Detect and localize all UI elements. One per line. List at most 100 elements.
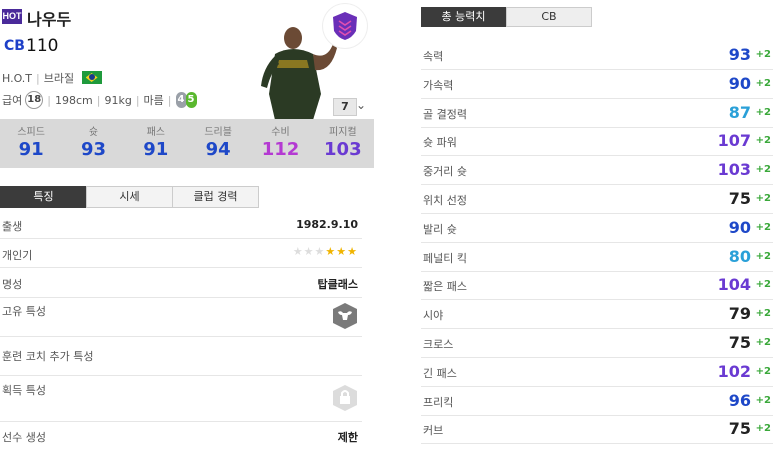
- attribute-value: 75: [728, 333, 751, 352]
- attribute-row: 커브 75 +2: [421, 415, 773, 445]
- player-info-line: 급여 18 | 198cm | 91kg | 마름 | 45: [2, 91, 197, 109]
- stat-label: 피지컬: [329, 127, 357, 138]
- attribute-row: 가속력 90 +2: [421, 70, 773, 99]
- player-panel: HOT 나우두 CB 110 H.O.T | 브라질 급여 18 | 198cm | 91…: [0, 0, 374, 444]
- player-name: 나우두: [27, 10, 72, 29]
- stat-cell: 수비 112: [249, 119, 311, 168]
- attribute-label: 골 결정력: [423, 107, 467, 121]
- player-overall: 110: [26, 36, 59, 56]
- attribute-row: 슛 파워 107 +2: [421, 127, 773, 157]
- attribute-label: 위치 선정: [423, 194, 467, 207]
- attribute-label: 크로스: [423, 338, 454, 351]
- reputation-value: 탑클래스: [317, 278, 358, 291]
- tab-total-stats[interactable]: 총 능력치: [421, 7, 506, 27]
- attribute-value: 87: [728, 102, 751, 122]
- tab-cb[interactable]: CB: [506, 7, 592, 27]
- attribute-row: 속력 93 +2: [421, 41, 773, 70]
- attribute-row: 시야 79 +2: [421, 300, 773, 330]
- stat-cell: 피지컬 103: [312, 119, 374, 168]
- attribute-value: 75: [728, 189, 751, 208]
- main-stats-strip: 스피드 91 슛 93 패스 91 드리블 94 수비 112 피지컬 103: [0, 119, 374, 168]
- attribute-row: 짧은 패스 104 +2: [421, 271, 773, 301]
- attributes-panel: 총 능력치 CB 속력 93 +2 가속력 90 +2 골 결정력 87 +2 슛 파워 107 +2…: [421, 0, 773, 445]
- attribute-row: 위치 선정 75 +2: [421, 185, 773, 214]
- attribute-bonus: +2: [755, 250, 771, 262]
- season-label: H.O.T: [2, 72, 33, 85]
- stat-value: 112: [261, 139, 300, 160]
- attribute-bonus: +2: [755, 337, 771, 348]
- stat-label: 패스: [146, 127, 166, 138]
- attribute-row: 프리킥 96 +2: [421, 387, 773, 416]
- attribute-value: 96: [728, 390, 751, 410]
- attribute-label: 짧은 패스: [423, 280, 467, 294]
- row-coach-trait: 훈련 코치 추가 특성: [0, 337, 362, 376]
- tab-club-history[interactable]: 클럽 경력: [172, 186, 259, 208]
- attribute-value: 102: [717, 361, 751, 381]
- attribute-label: 긴 패스: [423, 366, 457, 380]
- row-reputation: 명성 탑클래스: [0, 268, 362, 298]
- attribute-value: 103: [717, 160, 751, 180]
- row-popularity: 개인기 ★★★★★★: [0, 239, 362, 268]
- attribute-value: 93: [728, 45, 751, 64]
- row-unique-trait: 고유 특성: [0, 298, 362, 337]
- attribute-bonus: +2: [755, 106, 771, 118]
- player-position: CB: [4, 38, 25, 54]
- attribute-row: 골 결정력 87 +2: [421, 99, 773, 128]
- season-nation-line: H.O.T | 브라질: [2, 70, 102, 86]
- attribute-label: 속력: [423, 50, 444, 63]
- tab-traits[interactable]: 특징: [0, 186, 87, 208]
- attribute-bonus: +2: [755, 135, 771, 147]
- stat-label: 수비: [271, 127, 290, 138]
- lock-icon[interactable]: [332, 384, 358, 415]
- attribute-value: 90: [728, 73, 751, 93]
- attribute-bonus: +2: [755, 279, 771, 291]
- attribute-label: 페널티 킥: [423, 251, 467, 265]
- attribute-label: 시야: [423, 309, 444, 323]
- stat-value: 94: [205, 139, 231, 160]
- attribute-label: 슛 파워: [423, 136, 457, 150]
- attribute-label: 가속력: [423, 78, 454, 92]
- attribute-bonus: +2: [755, 164, 771, 176]
- row-acquired-trait: 획득 특성: [0, 376, 362, 422]
- attribute-bonus: +2: [755, 423, 771, 435]
- stat-label: 드리블: [204, 127, 232, 138]
- tab-price[interactable]: 시세: [86, 186, 173, 208]
- attribute-row: 페널티 킥 80 +2: [421, 243, 773, 272]
- attribute-bonus: +2: [755, 308, 771, 320]
- attribute-tabs: 총 능력치 CB: [421, 7, 592, 27]
- attribute-row: 긴 패스 102 +2: [421, 358, 773, 387]
- info-tabs: 특징 시세 클럽 경력: [0, 186, 259, 208]
- enhance-level-select[interactable]: 7: [333, 98, 357, 116]
- weight-value: 91kg: [104, 93, 132, 107]
- attribute-row: 발리 슛 90 +2: [421, 214, 773, 243]
- skill-moves-badge: 45: [175, 92, 197, 108]
- trait-rows: 출생 1982.9.10 개인기 ★★★★★★ 명성 탑클래스 고유 특성 훈련…: [0, 210, 362, 450]
- buffalo-trait-icon[interactable]: [332, 302, 358, 333]
- attribute-value: 75: [728, 419, 751, 439]
- height-value: 198cm: [54, 93, 93, 107]
- chevron-down-icon[interactable]: ⌄: [356, 98, 366, 112]
- player-photo: [261, 27, 337, 120]
- attribute-value: 80: [728, 246, 751, 266]
- attribute-row: 크로스 75 +2: [421, 329, 773, 358]
- stat-value: 103: [324, 139, 362, 160]
- nation-label: 브라질: [43, 72, 75, 85]
- attribute-bonus: +2: [755, 394, 771, 406]
- attribute-label: 발리 슛: [423, 222, 457, 236]
- attribute-bonus: +2: [755, 193, 771, 204]
- attribute-bonus: +2: [755, 221, 771, 233]
- stat-cell: 드리블 94: [187, 119, 249, 168]
- stat-cell: 패스 91: [125, 119, 187, 168]
- stat-cell: 스피드 91: [0, 119, 62, 168]
- stat-value: 91: [18, 139, 44, 160]
- attribute-value: 90: [728, 217, 751, 237]
- brazil-flag-icon: [81, 71, 102, 84]
- attribute-value: 104: [717, 275, 751, 295]
- row-birth: 출생 1982.9.10: [0, 210, 362, 239]
- attribute-bonus: +2: [755, 77, 771, 89]
- salary-badge: 18: [25, 91, 44, 109]
- stat-cell: 슛 93: [62, 119, 124, 168]
- club-crest-icon: [323, 4, 367, 48]
- row-player-gen: 선수 생성 제한: [2, 431, 358, 444]
- attribute-value: 79: [728, 304, 751, 324]
